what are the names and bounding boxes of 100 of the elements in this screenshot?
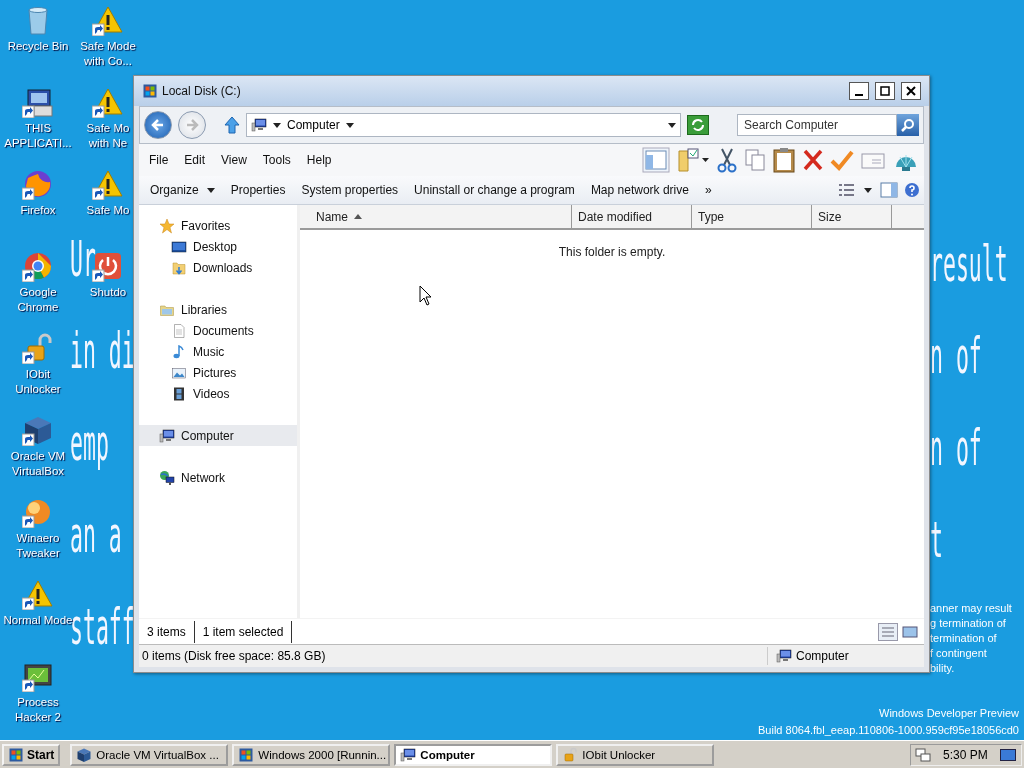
music-note-icon — [171, 343, 187, 360]
search-button[interactable] — [897, 114, 919, 136]
wallpaper-text: result — [930, 237, 1008, 293]
wallpaper-text: an a — [70, 508, 122, 564]
network-icon — [159, 469, 175, 486]
wallpaper-text: t — [930, 513, 943, 569]
computer-icon — [400, 746, 417, 763]
warning-icon — [22, 578, 54, 610]
padlock-icon — [562, 746, 579, 763]
warning-icon — [92, 168, 124, 200]
padlock-icon — [22, 332, 54, 364]
network-icon[interactable] — [915, 746, 931, 763]
monitor-icon — [171, 238, 187, 255]
wallpaper-text: n of — [930, 329, 982, 385]
command-button[interactable]: System properties — [294, 181, 406, 199]
dropdown-caret-icon[interactable] — [668, 122, 676, 128]
paste-icon[interactable] — [772, 147, 796, 173]
up-arrow-icon[interactable] — [224, 116, 240, 134]
menu-item[interactable]: View — [215, 151, 253, 169]
details-text: 1 item selected — [194, 620, 293, 643]
window-icon — [8, 746, 24, 763]
nav-item[interactable]: Favorites — [139, 215, 297, 236]
column-header[interactable]: Name — [300, 205, 572, 228]
computer-icon — [159, 427, 175, 444]
column-header[interactable]: Size — [812, 205, 892, 228]
notice-text: f contingent — [930, 646, 988, 661]
close-icon — [906, 86, 916, 96]
show-desktop-icon[interactable] — [999, 748, 1016, 761]
address-field[interactable]: Computer — [246, 113, 681, 137]
menu-item[interactable]: Tools — [256, 151, 297, 169]
star-icon — [159, 217, 175, 234]
wallpaper-text: in di — [70, 324, 135, 380]
left-arrow-icon — [150, 117, 166, 133]
nav-item[interactable]: Pictures — [139, 362, 297, 383]
wallpaper-text: emp — [70, 416, 109, 472]
column-header[interactable]: Date modified — [572, 205, 692, 228]
firefox-icon — [22, 168, 54, 200]
help-icon[interactable] — [904, 182, 920, 198]
folder-options-button[interactable] — [676, 147, 710, 173]
command-button[interactable]: Properties — [223, 181, 293, 199]
mouse-pointer-icon — [419, 285, 432, 306]
computer-icon — [251, 117, 267, 133]
nav-item[interactable]: Desktop — [139, 236, 297, 257]
maximize-button[interactable] — [875, 82, 895, 100]
command-button[interactable]: Uninstall or change a program — [407, 181, 582, 199]
minimize-button[interactable] — [849, 82, 869, 100]
right-arrow-icon — [184, 117, 200, 133]
notice-text: anner may result — [930, 601, 1012, 616]
more-commands-button[interactable]: » — [697, 181, 719, 199]
nav-item[interactable]: Documents — [139, 320, 297, 341]
taskbar-button[interactable]: Oracle VM VirtualBox ... — [70, 743, 229, 766]
nav-item[interactable]: Downloads — [139, 257, 297, 278]
view-options-button[interactable] — [838, 182, 874, 198]
menu-item[interactable]: Edit — [178, 151, 212, 169]
back-button[interactable] — [144, 111, 172, 139]
nav-item[interactable]: Libraries — [139, 299, 297, 320]
window-icon — [142, 83, 158, 99]
empty-folder-message: This folder is empty. — [558, 245, 666, 259]
nav-item[interactable]: Music — [139, 341, 297, 362]
command-button[interactable]: Organize — [143, 181, 222, 199]
build-text: Windows Developer Preview — [879, 706, 1019, 721]
chrome-icon — [22, 250, 54, 282]
clock[interactable]: 5:30 PM — [943, 747, 988, 762]
taskbar-button[interactable]: Windows 2000 [Runnin... — [232, 743, 391, 766]
delete-icon[interactable] — [802, 147, 824, 173]
search-icon — [901, 118, 915, 132]
notice-text: termination of — [930, 631, 998, 646]
maximize-icon — [880, 86, 890, 96]
nav-item[interactable]: Network — [139, 467, 297, 488]
notice-text: g termination of — [930, 616, 1007, 631]
warning-icon — [92, 86, 124, 118]
nav-item[interactable]: Videos — [139, 383, 297, 404]
film-icon — [171, 385, 187, 402]
document-icon — [171, 322, 187, 339]
menu-item[interactable]: File — [143, 151, 175, 169]
caret-icon — [273, 122, 281, 128]
notice-text: bility. — [930, 661, 956, 676]
start-button[interactable]: Start — [2, 743, 61, 766]
forward-button[interactable] — [178, 111, 206, 139]
cut-icon[interactable] — [716, 147, 738, 173]
cube-icon — [22, 414, 54, 446]
build-text: Build 8064.fbl_eeap.110806-1000.959cf95e18056cd0 — [758, 723, 1019, 738]
minimize-icon — [855, 93, 863, 96]
search-field[interactable]: Search Computer — [737, 114, 897, 136]
cube-icon — [76, 746, 93, 763]
taskbar-button[interactable]: Computer — [394, 743, 553, 766]
taskbar-button[interactable]: IObit Unlocker — [556, 743, 715, 766]
computer-icon — [776, 648, 792, 664]
nav-item[interactable]: Computer — [139, 425, 297, 446]
details-text: 3 items — [139, 620, 195, 643]
close-button[interactable] — [901, 82, 921, 100]
wallpaper-text: n of — [930, 421, 982, 477]
refresh-icon[interactable] — [687, 115, 709, 135]
menu-item[interactable]: Help — [300, 151, 338, 169]
wallpaper-text: Ur — [70, 232, 96, 288]
details-view-button[interactable] — [878, 622, 898, 641]
column-header[interactable]: Type — [692, 205, 812, 228]
window-title: Local Disk (C:) — [162, 84, 242, 98]
status-location: Computer — [796, 649, 849, 663]
command-button[interactable]: Map network drive — [583, 181, 696, 199]
